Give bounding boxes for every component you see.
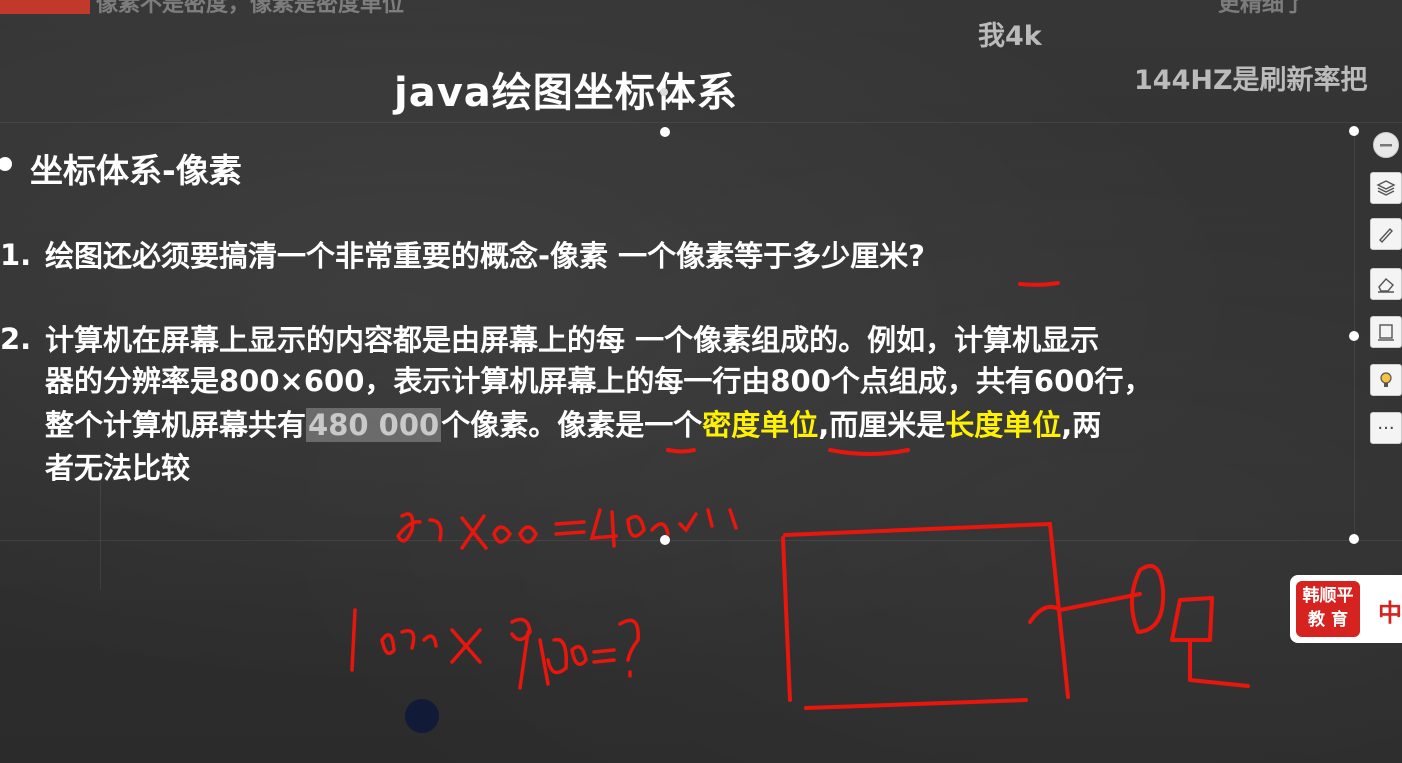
underline-stroke — [666, 448, 696, 454]
logo-line2: 教 育 — [1308, 610, 1348, 630]
logo-side-text: 中 — [1378, 599, 1402, 627]
arrow-stroke — [1028, 592, 1142, 624]
rectangle-stroke — [804, 698, 1028, 710]
rectangle-stroke — [781, 536, 792, 702]
underline-stroke — [828, 448, 910, 456]
underline-stroke — [1018, 281, 1060, 287]
logo-seal: 韩顺平 教 育 — [1296, 581, 1360, 637]
handwriting-stroke — [380, 629, 438, 656]
handwriting-stroke — [510, 617, 532, 690]
figure-stroke — [1170, 596, 1250, 688]
figure-stroke — [1129, 564, 1166, 634]
layers-icon[interactable] — [1370, 172, 1402, 204]
annotation-drawings — [350, 281, 1250, 710]
logo-line1: 韩顺平 — [1302, 586, 1354, 606]
handwriting-stroke — [395, 512, 422, 543]
bulb-icon[interactable] — [1370, 364, 1402, 396]
rectangle-stroke — [783, 522, 1052, 537]
handwriting-stroke — [650, 508, 738, 536]
brand-logo: 韩顺平 教 育 中 — [1290, 575, 1402, 643]
handwriting-stroke — [618, 618, 640, 678]
handwriting-stroke — [554, 520, 586, 536]
handwriting-stroke — [450, 628, 482, 664]
cursor-dot — [405, 699, 439, 733]
handwriting-stroke — [570, 644, 588, 666]
eraser-icon[interactable] — [1370, 268, 1402, 300]
handwriting-stroke — [492, 525, 538, 544]
handwriting-stroke — [350, 608, 357, 672]
handwriting-stroke — [428, 514, 488, 550]
handwriting-stroke — [592, 648, 616, 664]
frame-icon[interactable] — [1370, 316, 1402, 348]
minus-icon[interactable] — [1373, 132, 1399, 158]
handwriting-stroke — [589, 508, 646, 548]
more-icon[interactable]: ··· — [1370, 412, 1402, 444]
pen-icon[interactable] — [1370, 218, 1402, 250]
handwriting-stroke — [538, 637, 568, 686]
